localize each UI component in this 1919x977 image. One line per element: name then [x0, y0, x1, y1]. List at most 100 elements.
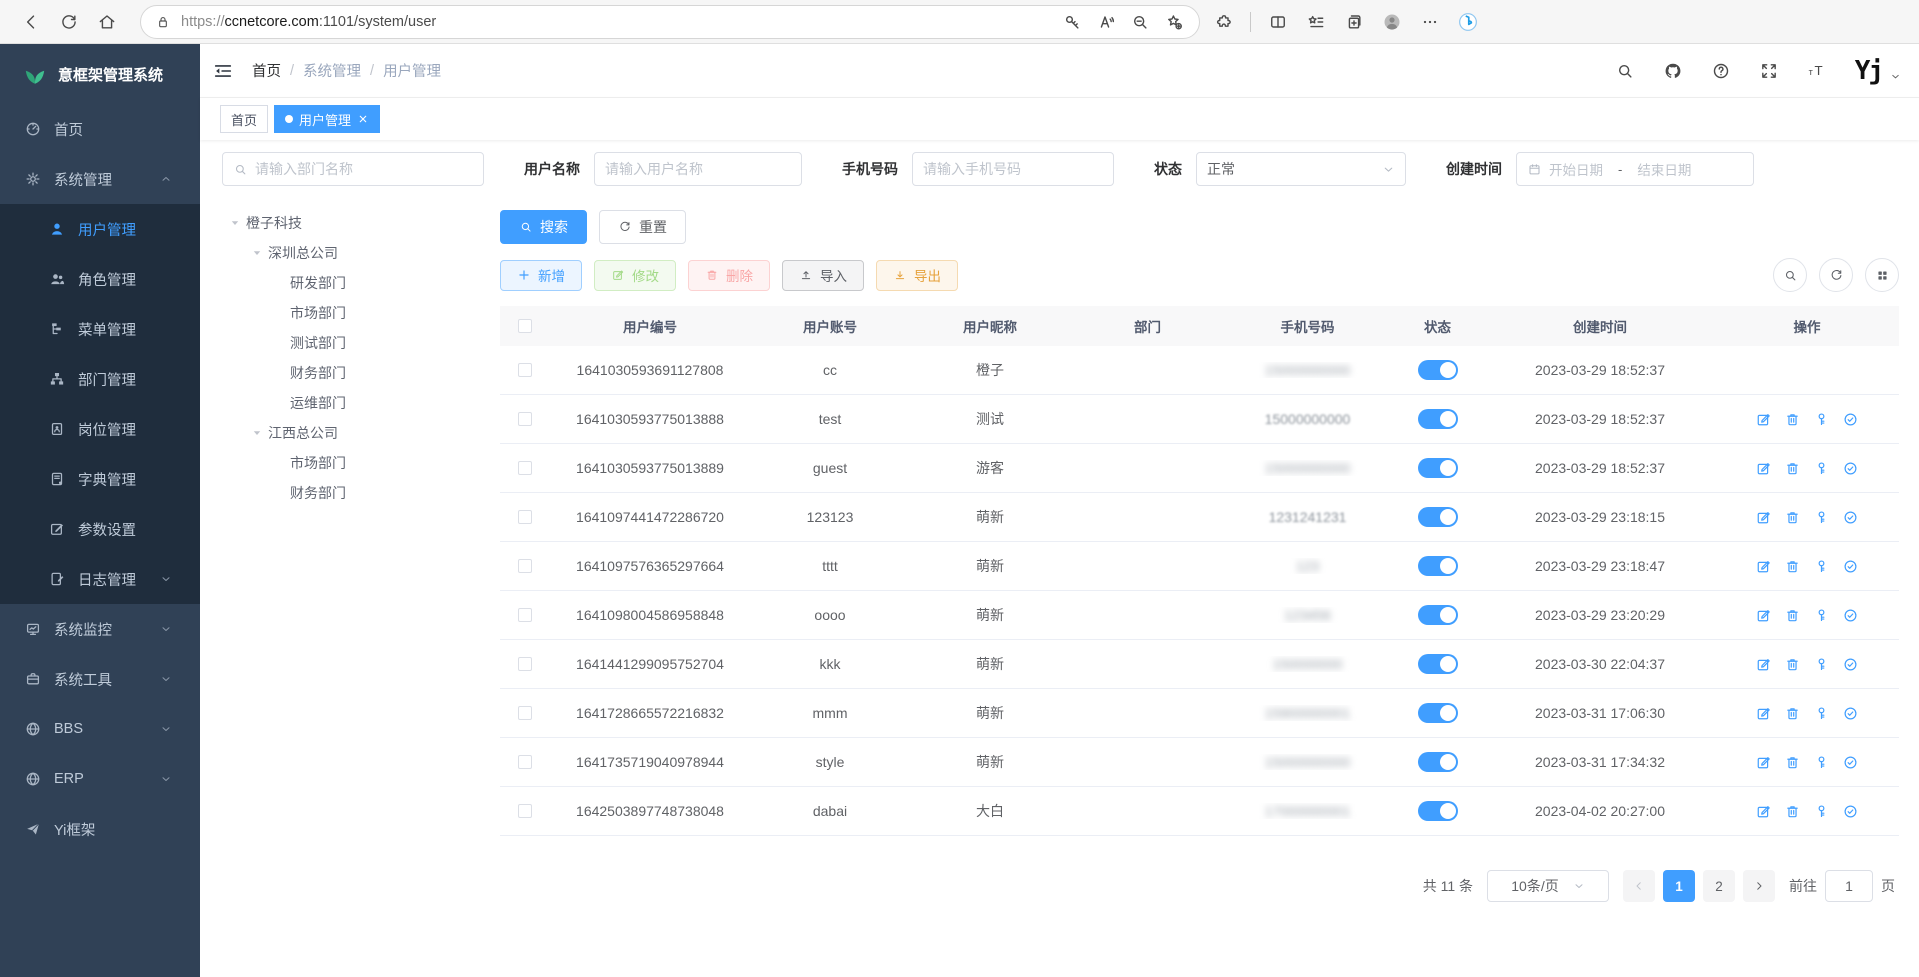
key-button[interactable] [1057, 7, 1087, 37]
status-toggle[interactable] [1418, 703, 1458, 723]
more-button[interactable] [1413, 5, 1447, 39]
op-edit-button[interactable] [1755, 607, 1772, 624]
breadcrumb-item[interactable]: 系统管理 [303, 60, 361, 81]
op-edit-button[interactable] [1755, 754, 1772, 771]
profile-button[interactable] [1375, 5, 1409, 39]
dept-search-input[interactable] [255, 161, 473, 177]
caret-down-icon[interactable] [250, 426, 264, 440]
key2-button[interactable] [1813, 607, 1830, 624]
row-checkbox[interactable] [518, 755, 532, 769]
trash-button[interactable] [1784, 607, 1801, 624]
tree-node[interactable]: 江西总公司 [220, 418, 480, 448]
extensions-button[interactable] [1206, 5, 1240, 39]
key2-button[interactable] [1813, 460, 1830, 477]
sidebar-item-sys-tools[interactable]: 系统工具 [0, 654, 200, 704]
split-screen-button[interactable] [1261, 5, 1295, 39]
add-button[interactable]: 新增 [500, 260, 582, 291]
read-aloud-button[interactable] [1091, 7, 1121, 37]
row-checkbox[interactable] [518, 510, 532, 524]
row-checkbox[interactable] [518, 363, 532, 377]
sidebar-item-post-mgmt[interactable]: 岗位管理 [0, 404, 200, 454]
status-toggle[interactable] [1418, 409, 1458, 429]
next-page-button[interactable] [1743, 870, 1775, 902]
caret-down-icon[interactable] [250, 246, 264, 260]
favorites-bar-button[interactable] [1299, 5, 1333, 39]
dept-search-field[interactable] [222, 152, 484, 186]
key2-button[interactable] [1813, 656, 1830, 673]
close-icon[interactable] [357, 113, 369, 125]
trash-button[interactable] [1784, 460, 1801, 477]
trash-button[interactable] [1784, 656, 1801, 673]
key2-button[interactable] [1813, 509, 1830, 526]
sidebar-item-param-settings[interactable]: 参数设置 [0, 504, 200, 554]
sidebar-item-bbs[interactable]: BBS [0, 704, 200, 754]
import-button[interactable]: 导入 [782, 260, 864, 291]
trash-button[interactable] [1784, 705, 1801, 722]
check-circle-button[interactable] [1842, 411, 1859, 428]
fullscreen-button[interactable] [1757, 59, 1781, 83]
home-button[interactable] [90, 5, 124, 39]
address-bar[interactable]: https://ccnetcore.com:1101/system/user [140, 5, 1200, 39]
help-button[interactable] [1709, 59, 1733, 83]
row-checkbox[interactable] [518, 804, 532, 818]
trash-button[interactable] [1784, 411, 1801, 428]
op-edit-button[interactable] [1755, 509, 1772, 526]
row-checkbox[interactable] [518, 657, 532, 671]
row-checkbox[interactable] [518, 461, 532, 475]
prev-page-button[interactable] [1623, 870, 1655, 902]
status-toggle[interactable] [1418, 654, 1458, 674]
font-size-button[interactable]: тT [1805, 59, 1829, 83]
sidebar-item-dept-mgmt[interactable]: 部门管理 [0, 354, 200, 404]
refresh-circle-button[interactable] [1819, 258, 1853, 292]
sidebar-item-user-mgmt[interactable]: 用户管理 [0, 204, 200, 254]
tree-node[interactable]: 财务部门 [220, 358, 480, 388]
op-edit-button[interactable] [1755, 705, 1772, 722]
export-button[interactable]: 导出 [876, 260, 958, 291]
key2-button[interactable] [1813, 558, 1830, 575]
sidebar-item-erp[interactable]: ERP [0, 754, 200, 804]
check-circle-button[interactable] [1842, 460, 1859, 477]
username-input[interactable] [605, 161, 791, 177]
sidebar-item-menu-mgmt[interactable]: 菜单管理 [0, 304, 200, 354]
search-circle-button[interactable] [1773, 258, 1807, 292]
reset-button[interactable]: 重置 [599, 210, 686, 244]
status-toggle[interactable] [1418, 507, 1458, 527]
key2-button[interactable] [1813, 754, 1830, 771]
trash-button[interactable] [1784, 754, 1801, 771]
modify-button[interactable]: 修改 [594, 260, 676, 291]
phone-field[interactable] [912, 152, 1114, 186]
favorite-add-button[interactable] [1159, 7, 1189, 37]
check-circle-button[interactable] [1842, 754, 1859, 771]
username-field[interactable] [594, 152, 802, 186]
delete-button[interactable]: 删除 [688, 260, 770, 291]
status-toggle[interactable] [1418, 605, 1458, 625]
page-1-button[interactable]: 1 [1663, 870, 1695, 902]
page-2-button[interactable]: 2 [1703, 870, 1735, 902]
grid-circle-button[interactable] [1865, 258, 1899, 292]
phone-input[interactable] [923, 161, 1103, 177]
sidebar-item-sys-monitor[interactable]: 系统监控 [0, 604, 200, 654]
op-edit-button[interactable] [1755, 803, 1772, 820]
trash-button[interactable] [1784, 558, 1801, 575]
check-circle-button[interactable] [1842, 607, 1859, 624]
zoom-out-button[interactable] [1125, 7, 1155, 37]
select-all-checkbox[interactable] [518, 319, 532, 333]
status-toggle[interactable] [1418, 360, 1458, 380]
tab-user-mgmt[interactable]: 用户管理 [274, 105, 380, 133]
tab-home[interactable]: 首页 [220, 105, 268, 133]
status-toggle[interactable] [1418, 458, 1458, 478]
sidebar-item-yi-framework[interactable]: Yi框架 [0, 804, 200, 854]
check-circle-button[interactable] [1842, 803, 1859, 820]
tree-node[interactable]: 研发部门 [220, 268, 480, 298]
check-circle-button[interactable] [1842, 509, 1859, 526]
github-button[interactable] [1661, 59, 1685, 83]
date-range-picker[interactable]: 开始日期 - 结束日期 [1516, 152, 1754, 186]
tree-node[interactable]: 测试部门 [220, 328, 480, 358]
check-circle-button[interactable] [1842, 558, 1859, 575]
check-circle-button[interactable] [1842, 705, 1859, 722]
tree-node[interactable]: 深圳总公司 [220, 238, 480, 268]
search-button[interactable]: 搜索 [500, 210, 587, 244]
op-edit-button[interactable] [1755, 460, 1772, 477]
trash-button[interactable] [1784, 803, 1801, 820]
sidebar-item-system-mgmt[interactable]: 系统管理 [0, 154, 200, 204]
